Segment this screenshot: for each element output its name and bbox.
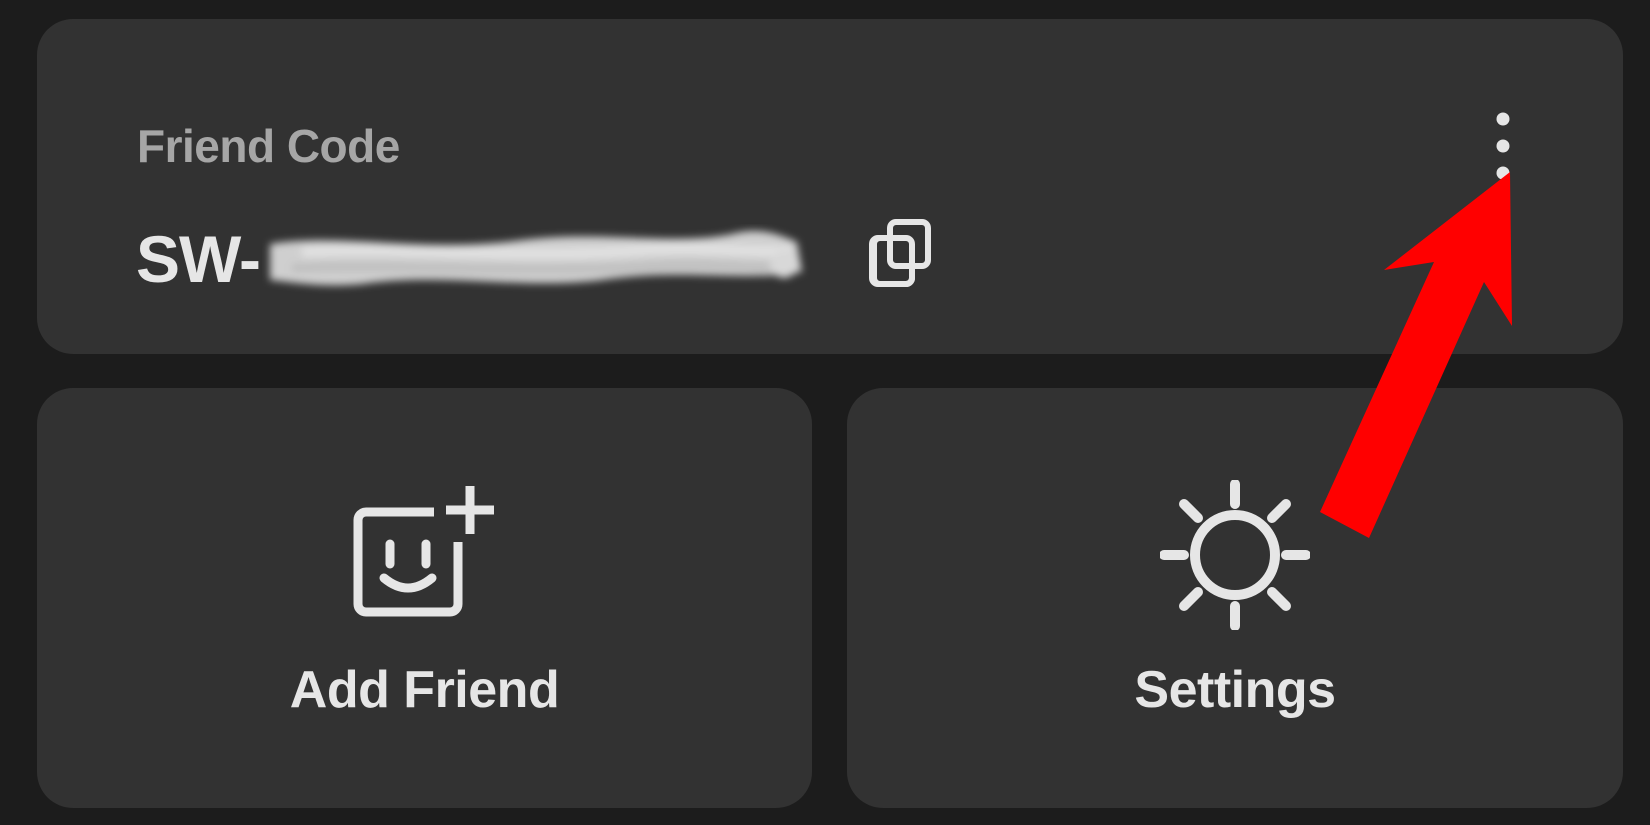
friend-code-card: Friend Code SW- bbox=[37, 19, 1623, 354]
settings-label: Settings bbox=[1134, 661, 1336, 719]
add-friend-button[interactable]: Add Friend bbox=[37, 388, 812, 808]
friend-panel: Friend Code SW- Add Friend Settings bbox=[0, 0, 1650, 825]
settings-button[interactable]: Settings bbox=[847, 388, 1623, 808]
friend-code-value: SW- bbox=[136, 222, 822, 296]
more-vertical-icon bbox=[1485, 112, 1525, 195]
redacted-friend-code bbox=[262, 224, 822, 294]
copy-icon bbox=[868, 218, 934, 293]
copy-button[interactable] bbox=[861, 211, 941, 299]
add-friend-icon bbox=[350, 480, 500, 625]
add-friend-label: Add Friend bbox=[289, 661, 560, 719]
friend-code-prefix: SW- bbox=[136, 222, 261, 296]
gear-icon bbox=[1159, 479, 1311, 635]
friend-code-label: Friend Code bbox=[137, 120, 400, 172]
more-options-button[interactable] bbox=[1485, 101, 1525, 191]
